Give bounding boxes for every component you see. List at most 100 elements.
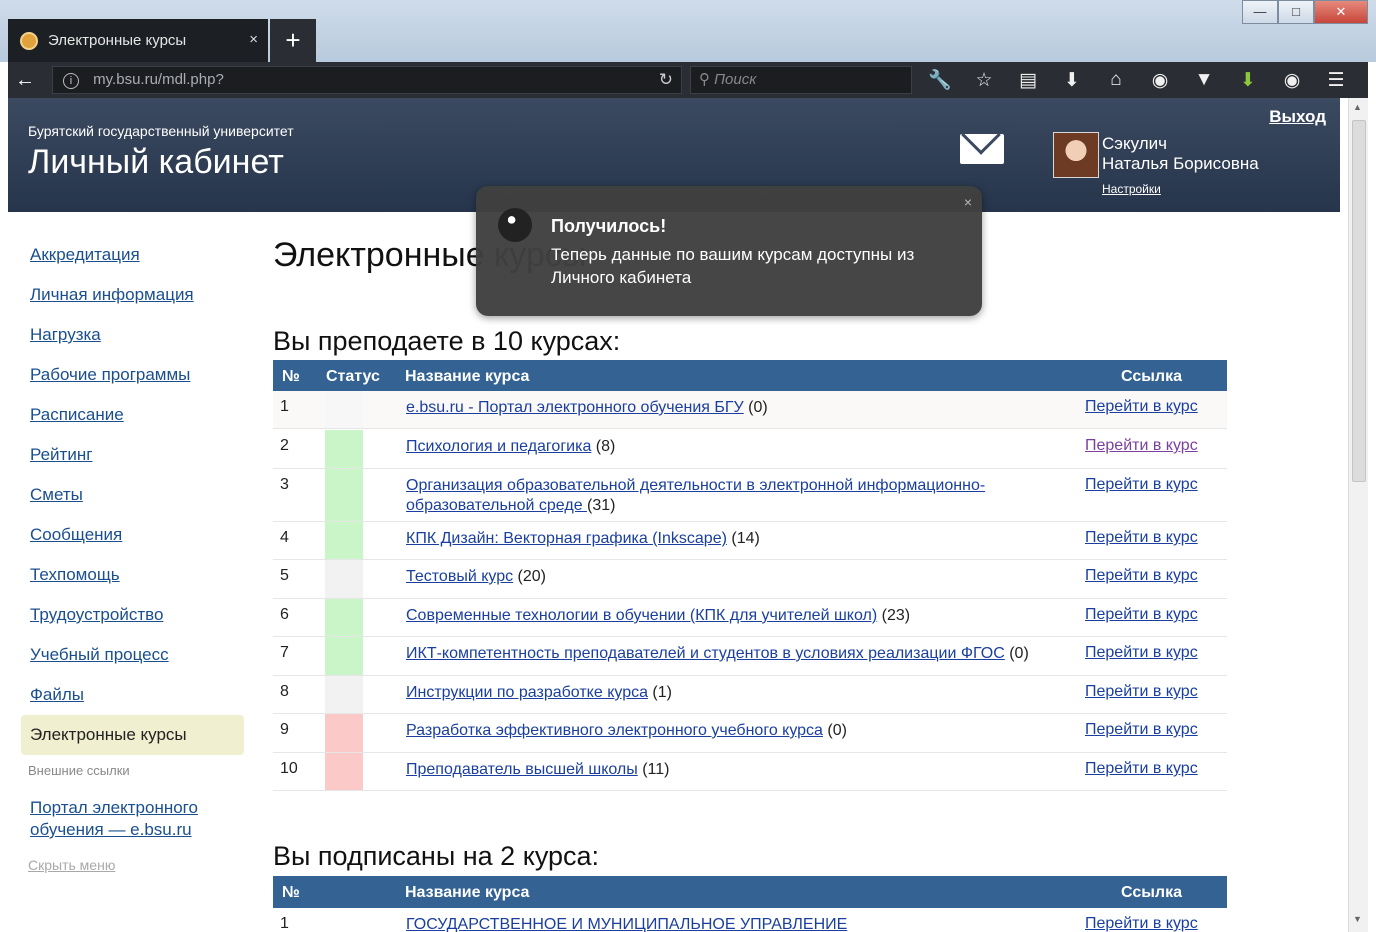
go-to-course-link[interactable]: Перейти в курс [1085, 683, 1198, 701]
course-name: Современные технологии в обучении (КПК д… [406, 606, 1066, 626]
go-to-course-link[interactable]: Перейти в курс [1085, 476, 1198, 494]
close-window-button[interactable]: ✕ [1314, 0, 1368, 24]
go-to-course-link[interactable]: Перейти в курс [1085, 529, 1198, 547]
sidebar-item[interactable]: Рабочие программы [30, 365, 190, 385]
scroll-down-icon[interactable]: ▼ [1353, 914, 1362, 924]
col-link: Ссылка [1121, 368, 1182, 385]
url-text: my.bsu.ru/mdl.php? [93, 71, 224, 88]
notification-toast: Получилось! Теперь данные по вашим курса… [476, 186, 982, 316]
go-to-course-link[interactable]: Перейти в курс [1085, 398, 1198, 416]
course-name: ГОСУДАРСТВЕННОЕ И МУНИЦИПАЛЬНОЕ УПРАВЛЕН… [406, 915, 1066, 932]
table-row: 7 ИКТ-компетентность преподавателей и сту… [273, 637, 1227, 676]
toast-close-icon[interactable]: × [964, 194, 972, 210]
smiley-icon [498, 208, 532, 242]
hide-menu-link[interactable]: Скрыть меню [28, 857, 115, 873]
reload-icon[interactable]: ↻ [659, 67, 673, 93]
settings-link[interactable]: Настройки [1102, 182, 1161, 196]
download-icon[interactable]: ⬇ [1050, 69, 1094, 92]
maximize-button[interactable]: □ [1278, 0, 1314, 24]
go-to-course-link[interactable]: Перейти в курс [1085, 437, 1198, 455]
course-name-link[interactable]: ИКТ-компетентность преподавателей и студ… [406, 645, 1005, 662]
go-to-course-link[interactable]: Перейти в курс [1085, 644, 1198, 662]
toolbar-icons: 🔧 ☆ ▤ ⬇ ⌂ ◉ ▼ ⬇ ◉ ☰ [918, 62, 1358, 98]
course-count: (0) [822, 722, 847, 739]
sidebar-item[interactable]: Личная информация [30, 285, 194, 305]
sync-icon[interactable]: ◉ [1138, 69, 1182, 92]
status-indicator [325, 522, 363, 559]
mail-icon[interactable] [960, 134, 1004, 164]
favicon-icon [20, 31, 38, 50]
status-indicator [325, 676, 363, 713]
home-icon[interactable]: ⌂ [1094, 69, 1138, 91]
course-name-link[interactable]: Современные технологии в обучении (КПК д… [406, 607, 877, 624]
sidebar-item[interactable]: Трудоустройство [30, 605, 163, 625]
course-name-link[interactable]: Организация образовательной деятельности… [406, 477, 985, 514]
logout-link[interactable]: Выход [1269, 107, 1326, 127]
go-to-course-link[interactable]: Перейти в курс [1085, 915, 1198, 932]
go-to-course-link[interactable]: Перейти в курс [1085, 606, 1198, 624]
row-number: 6 [280, 606, 289, 623]
search-input[interactable]: ⚲ Поиск [690, 66, 912, 94]
course-name-link[interactable]: Психология и педагогика [406, 438, 591, 455]
browser-tab[interactable]: Электронные курсы × [8, 19, 268, 62]
course-name-link[interactable]: Разработка эффективного электронного уче… [406, 722, 823, 739]
course-name: КПК Дизайн: Векторная графика (Inkscape)… [406, 529, 1066, 549]
course-name-link[interactable]: Тестовый курс [406, 568, 513, 585]
browser-window: Электронные курсы × + — □ ✕ ← i my.bsu.r… [0, 0, 1376, 932]
back-arrow-icon[interactable]: ← [8, 69, 42, 92]
tab-close-icon[interactable]: × [249, 31, 258, 48]
scroll-thumb[interactable] [1352, 120, 1366, 482]
status-indicator [325, 599, 363, 636]
row-number: 2 [280, 437, 289, 454]
course-name-link[interactable]: Инструкции по разработке курса [406, 684, 648, 701]
window-controls: — □ ✕ [1242, 0, 1368, 24]
sidebar-item[interactable]: Файлы [30, 685, 84, 705]
sidebar-item[interactable]: Рейтинг [30, 445, 92, 465]
url-bar[interactable]: i my.bsu.ru/mdl.php? ↻ [52, 66, 682, 94]
go-to-course-link[interactable]: Перейти в курс [1085, 567, 1198, 585]
course-name-link[interactable]: ГОСУДАРСТВЕННОЕ И МУНИЦИПАЛЬНОЕ УПРАВЛЕН… [406, 916, 847, 932]
sidebar-item[interactable]: Учебный процесс [30, 645, 169, 665]
scroll-up-icon[interactable]: ▲ [1353, 102, 1362, 112]
col-num: № [282, 368, 300, 385]
downloader-icon[interactable]: ⬇ [1226, 69, 1270, 92]
row-number: 1 [280, 915, 289, 932]
user-surname: Сэкулич [1102, 134, 1167, 153]
sidebar-item[interactable]: Сообщения [30, 525, 122, 545]
course-name: Инструкции по разработке курса (1) [406, 683, 1066, 703]
table-row: 1 ГОСУДАРСТВЕННОЕ И МУНИЦИПАЛЬНОЕ УПРАВЛЕ… [273, 908, 1227, 932]
new-tab-button[interactable]: + [270, 19, 316, 62]
sidebar-item-active[interactable]: Электронные курсы [21, 715, 244, 755]
sidebar-item[interactable]: Техпомощь [30, 565, 120, 585]
star-icon[interactable]: ☆ [962, 69, 1006, 92]
pocket-icon[interactable]: ▼ [1182, 69, 1226, 91]
sidebar-item[interactable]: Расписание [30, 405, 124, 425]
go-to-course-link[interactable]: Перейти в курс [1085, 721, 1198, 739]
course-name-link[interactable]: КПК Дизайн: Векторная графика (Inkscape) [406, 530, 727, 547]
course-count: (20) [513, 568, 547, 585]
course-count: (8) [591, 438, 616, 455]
external-portal-link[interactable]: Портал электронного обучения — e.bsu.ru [30, 797, 230, 841]
menu-icon[interactable]: ☰ [1314, 69, 1358, 92]
sidebar-item[interactable]: Аккредитация [30, 245, 140, 265]
avatar [1053, 132, 1099, 178]
minimize-button[interactable]: — [1242, 0, 1278, 24]
status-indicator [325, 560, 363, 598]
table-row: 6 Современные технологии в обучении (КПК … [273, 599, 1227, 637]
course-name-link[interactable]: Преподаватель высшей школы [406, 761, 638, 778]
reading-list-icon[interactable]: ▤ [1006, 69, 1050, 92]
col-link: Ссылка [1121, 884, 1182, 901]
course-name-link[interactable]: e.bsu.ru - Портал электронного обучения … [406, 399, 744, 416]
info-icon[interactable]: i [63, 73, 79, 89]
sidebar-item[interactable]: Нагрузка [30, 325, 101, 345]
col-status: Статус [326, 368, 380, 385]
sidebar-item[interactable]: Сметы [30, 485, 83, 505]
wrench-icon[interactable]: 🔧 [918, 68, 962, 92]
table-row: 10 Преподаватель высшей школы (11) Перейти… [273, 753, 1227, 791]
color-icon[interactable]: ◉ [1270, 69, 1314, 92]
scrollbar[interactable]: ▲ ▼ [1348, 98, 1368, 932]
go-to-course-link[interactable]: Перейти в курс [1085, 760, 1198, 778]
course-count: (23) [877, 607, 911, 624]
course-name: Тестовый курс (20) [406, 567, 1066, 587]
course-name: Организация образовательной деятельности… [406, 476, 1066, 516]
